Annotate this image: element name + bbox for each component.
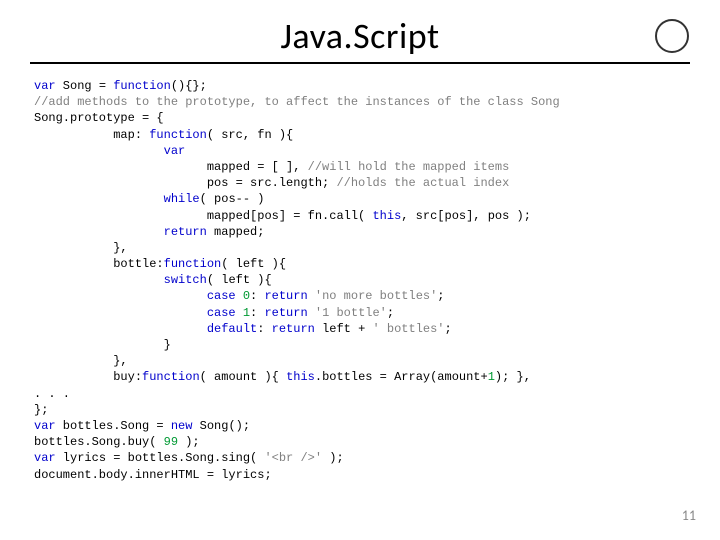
code-kw: var xyxy=(34,419,56,433)
code-kw: return xyxy=(264,289,307,303)
code-kw: function xyxy=(164,257,222,271)
code-text: ); }, xyxy=(495,370,531,384)
code-str: ' bottles' xyxy=(372,322,444,336)
code-str: '1 bottle' xyxy=(315,306,387,320)
code-text: ; xyxy=(387,306,394,320)
code-kw: function xyxy=(142,370,200,384)
code-text: ( src, fn ){ xyxy=(207,128,293,142)
code-kw: function xyxy=(149,128,207,142)
code-kw: return xyxy=(272,322,315,336)
title-wrap: Java.Script xyxy=(0,14,720,58)
code-kw: var xyxy=(34,451,56,465)
code-num: 0 xyxy=(243,289,250,303)
code-text: bottles.Song = xyxy=(56,419,171,433)
code-kw: default xyxy=(207,322,257,336)
code-comment: //holds the actual index xyxy=(336,176,509,190)
code-text xyxy=(34,225,164,239)
logo-icon xyxy=(654,18,690,54)
code-text: ); xyxy=(178,435,200,449)
code-text: ( amount ){ xyxy=(200,370,286,384)
code-text xyxy=(236,306,243,320)
code-text xyxy=(308,289,315,303)
code-num: 1 xyxy=(488,370,495,384)
code-num: 1 xyxy=(243,306,250,320)
code-text: ; xyxy=(445,322,452,336)
code-text: Song.prototype = { xyxy=(34,111,164,125)
code-text: map: xyxy=(34,128,149,142)
code-kw: while xyxy=(164,192,200,206)
code-comment: //will hold the mapped items xyxy=(308,160,510,174)
code-kw: this xyxy=(372,209,401,223)
code-kw: function xyxy=(113,79,171,93)
code-text: ; xyxy=(437,289,444,303)
code-text: } xyxy=(34,338,171,352)
code-text: left + xyxy=(315,322,373,336)
code-text: : xyxy=(250,289,264,303)
code-text xyxy=(34,306,207,320)
code-text: (){}; xyxy=(171,79,207,93)
code-text: : xyxy=(257,322,271,336)
code-str: 'no more bottles' xyxy=(315,289,437,303)
code-text: ); xyxy=(322,451,344,465)
code-text: : xyxy=(250,306,264,320)
code-text: document.body.innerHTML = lyrics; xyxy=(34,468,272,482)
code-text xyxy=(34,273,164,287)
code-kw: return xyxy=(264,306,307,320)
code-text: mapped = [ ], xyxy=(34,160,308,174)
code-text: bottles.Song.buy( xyxy=(34,435,164,449)
title-divider xyxy=(30,62,690,64)
code-text: ( left ){ xyxy=(221,257,286,271)
code-comment: //add methods to the prototype, to affec… xyxy=(34,95,560,109)
code-text xyxy=(34,322,207,336)
code-kw: return xyxy=(164,225,207,239)
code-text: lyrics = bottles.Song.sing( xyxy=(56,451,265,465)
slide: Java.Script var Song = function(){}; //a… xyxy=(0,0,720,540)
code-text xyxy=(236,289,243,303)
code-kw: var xyxy=(34,79,56,93)
code-text: }; xyxy=(34,403,48,417)
code-text xyxy=(34,289,207,303)
code-kw: new xyxy=(171,419,193,433)
code-text: .bottles = Array(amount+ xyxy=(315,370,488,384)
code-text: buy: xyxy=(34,370,142,384)
code-num: 99 xyxy=(164,435,178,449)
code-text: pos = src.length; xyxy=(34,176,336,190)
page-number: 11 xyxy=(682,507,696,524)
code-text xyxy=(308,306,315,320)
code-str: '<br />' xyxy=(264,451,322,465)
code-text: , src[pos], pos ); xyxy=(401,209,531,223)
code-text: ( pos-- ) xyxy=(200,192,265,206)
code-text: }, xyxy=(34,354,128,368)
code-text: ( left ){ xyxy=(207,273,272,287)
slide-title: Java.Script xyxy=(280,14,439,58)
code-text: . . . xyxy=(34,387,70,401)
code-text xyxy=(34,192,164,206)
code-kw: var xyxy=(34,144,185,158)
code-text: bottle: xyxy=(34,257,164,271)
code-text: Song(); xyxy=(192,419,250,433)
code-text: Song = xyxy=(56,79,114,93)
code-kw: switch xyxy=(164,273,207,287)
code-kw: case xyxy=(207,306,236,320)
code-kw: case xyxy=(207,289,236,303)
code-text: }, xyxy=(34,241,128,255)
code-block: var Song = function(){}; //add methods t… xyxy=(34,78,694,483)
code-text: mapped; xyxy=(207,225,265,239)
code-text: mapped[pos] = fn.call( xyxy=(34,209,372,223)
code-kw: this xyxy=(286,370,315,384)
